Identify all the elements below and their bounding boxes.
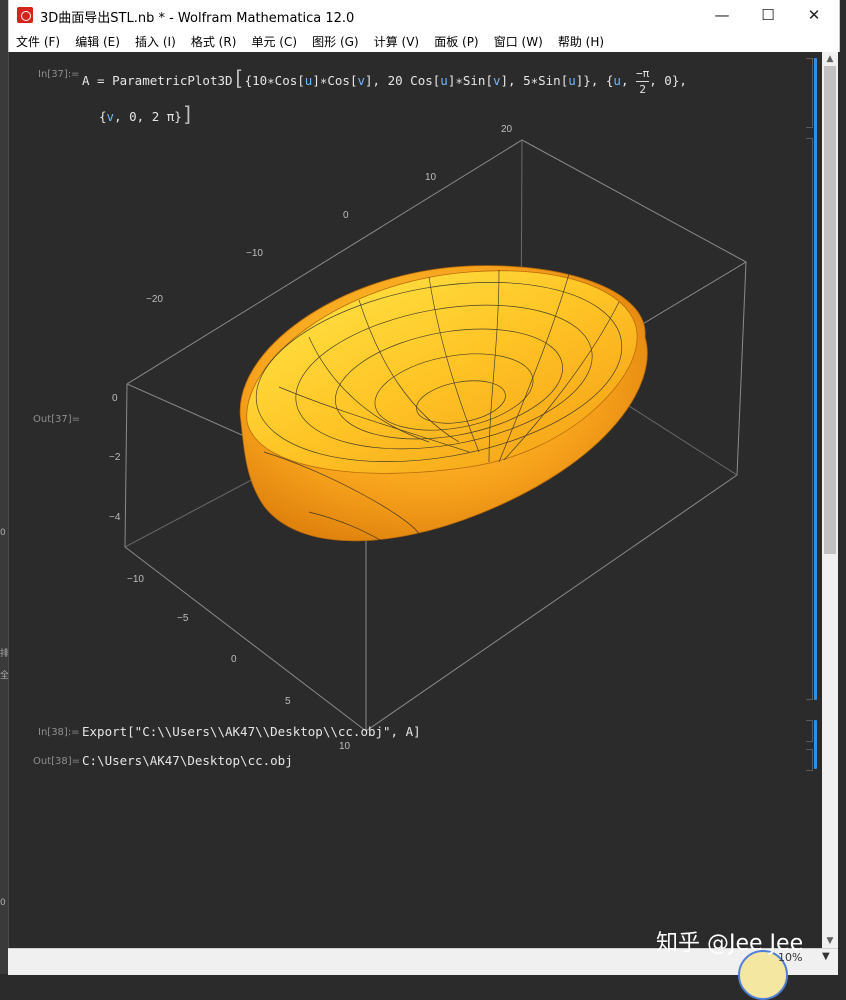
menu-insert[interactable]: 插入 (I) — [128, 31, 176, 50]
code-token: A — [82, 73, 90, 88]
menu-cell[interactable]: 单元 (C) — [244, 31, 297, 50]
code-fraction: −π 2 — [636, 66, 650, 97]
axis-ticks-left: 0 −2 −4 — [109, 393, 121, 523]
code-token: , — [620, 73, 636, 88]
menu-help[interactable]: 帮助 (H) — [551, 31, 604, 50]
code-token: 10∗Cos[ — [252, 73, 305, 88]
background-window-strip: 0 排 全 0 — [0, 0, 10, 974]
close-button[interactable]: ✕ — [791, 0, 837, 31]
tick-label: −20 — [146, 294, 163, 305]
code-token: ]∗Cos[ — [312, 73, 358, 88]
notebook-area[interactable]: In[37]:= A = ParametricPlot3D[{10∗Cos[ u]… — [8, 52, 839, 948]
tick-label: 10 — [339, 741, 351, 752]
mathematica-logo-icon — [17, 7, 33, 23]
cell-bracket-input37[interactable] — [806, 58, 813, 128]
title-bar: 3D曲面导出STL.nb * - Wolfram Mathematica 12.… — [8, 0, 840, 31]
code-token: ]∗Sin[ — [447, 73, 493, 88]
fraction-denominator: 2 — [639, 83, 646, 96]
code-token: , 0}, — [649, 73, 687, 88]
tick-label: 0 — [231, 654, 237, 665]
code-token: ], 5∗Sin[ — [500, 73, 569, 88]
menu-palettes[interactable]: 面板 (P) — [427, 31, 478, 50]
in38-label: In[38]:= — [38, 727, 80, 738]
menu-window[interactable]: 窗口 (W) — [487, 31, 543, 50]
strip-mark: 0 — [0, 898, 6, 908]
out38-value: C:\Users\AK47\Desktop\cc.obj — [82, 753, 293, 768]
tick-label: 10 — [425, 172, 437, 183]
cell-group-bracket-38[interactable] — [814, 720, 817, 769]
tick-label: −5 — [177, 613, 189, 624]
menu-file[interactable]: 文件 (F) — [9, 31, 60, 50]
scroll-up-arrow-icon[interactable]: ▲ — [822, 52, 838, 66]
maximize-button[interactable]: ☐ — [745, 0, 791, 31]
code-token: = — [89, 73, 113, 88]
in37-code-line1[interactable]: A = ParametricPlot3D[{10∗Cos[u]∗Cos[v], … — [82, 66, 687, 97]
menu-evaluation[interactable]: 计算 (V) — [367, 31, 419, 50]
out38-label: Out[38]= — [33, 756, 81, 767]
cell-bracket-output38[interactable] — [806, 749, 813, 771]
code-function: ParametricPlot3D — [112, 73, 233, 88]
code-variable: u — [440, 73, 448, 88]
cell-bracket-output37[interactable] — [806, 138, 813, 700]
tick-label: −10 — [246, 248, 263, 259]
watermark-text: 知乎 @Jee Jee — [656, 931, 804, 956]
cell-bracket-input38[interactable] — [806, 720, 813, 742]
code-token: ]}, { — [575, 73, 614, 88]
tick-label: 0 — [343, 210, 349, 221]
strip-mark: 排 — [0, 649, 10, 659]
in37-label: In[37]:= — [38, 69, 80, 80]
strip-mark: 全 — [0, 671, 10, 681]
cell-group-bracket-37[interactable] — [814, 58, 817, 700]
menu-format[interactable]: 格式 (R) — [184, 31, 237, 50]
tick-label: 0 — [112, 393, 118, 404]
bowl-surface — [239, 265, 648, 543]
code-variable: u — [568, 73, 576, 88]
tick-label: 5 — [285, 696, 291, 707]
tick-label: −2 — [109, 452, 121, 463]
tick-label: −10 — [127, 574, 144, 585]
scrollbar-thumb[interactable] — [824, 66, 836, 554]
scroll-down-arrow-icon[interactable]: ▼ — [822, 934, 838, 948]
code-variable: v — [492, 73, 501, 88]
code-variable: v — [357, 73, 366, 88]
minimize-button[interactable]: — — [699, 0, 745, 31]
code-token: ], 20 Cos[ — [365, 73, 441, 88]
window-title: 3D曲面导出STL.nb * - Wolfram Mathematica 12.… — [40, 11, 355, 26]
zoom-dropdown-icon[interactable]: ▼ — [822, 951, 830, 962]
strip-mark: 0 — [0, 528, 6, 538]
tick-label: −4 — [109, 512, 121, 523]
tick-label: 20 — [501, 124, 513, 135]
menu-bar: 文件 (F) 编辑 (E) 插入 (I) 格式 (R) 单元 (C) 图形 (G… — [8, 31, 840, 52]
fraction-numerator: −π — [636, 67, 650, 82]
menu-edit[interactable]: 编辑 (E) — [68, 31, 120, 50]
in38-code[interactable]: Export["C:\\Users\\AK47\\Desktop\\cc.obj… — [82, 724, 421, 739]
menu-graphics[interactable]: 图形 (G) — [305, 31, 358, 50]
code-token: { — [244, 73, 253, 88]
parametric-plot-3d[interactable]: 20 10 0 −10 −20 0 −2 −4 −10 −5 0 5 10 — [9, 122, 799, 767]
code-bracket: [ — [232, 66, 245, 90]
code-variable: u — [613, 73, 621, 88]
